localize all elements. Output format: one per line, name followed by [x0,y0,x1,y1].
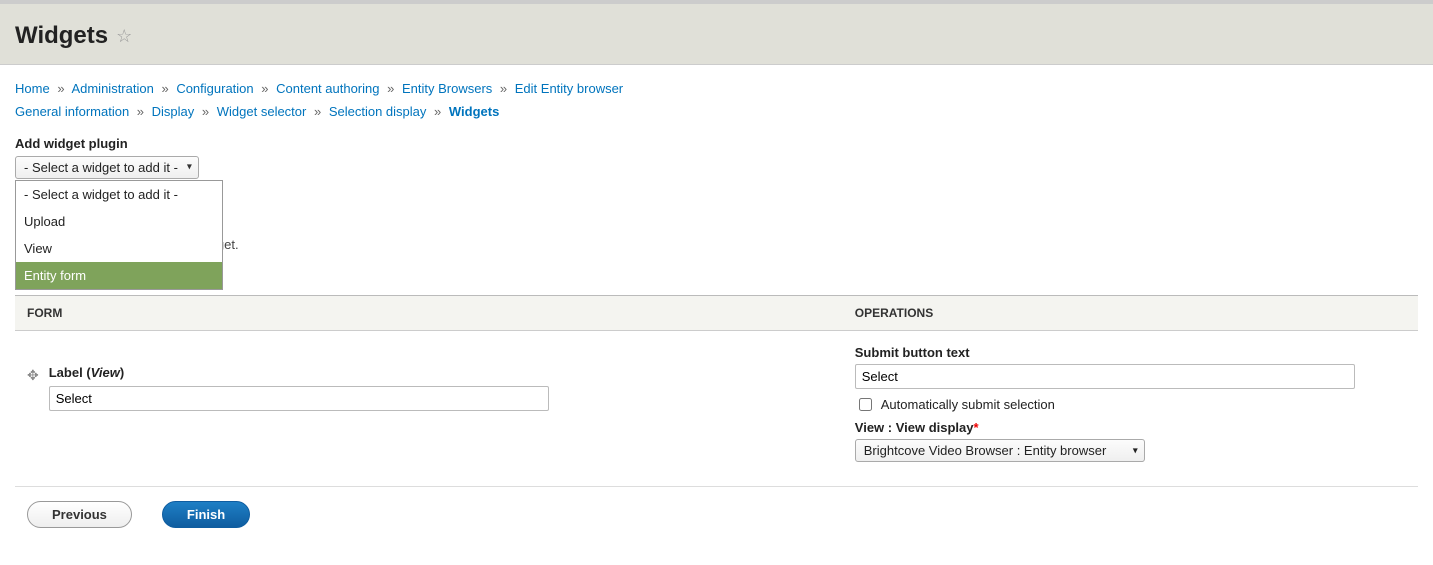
view-display-label-text: View : View display [855,420,974,435]
crumb-widgets-current: Widgets [449,104,499,119]
crumb-sep: » [261,81,268,96]
option-view[interactable]: View [16,235,222,262]
desc-line-3: ntity form widget. [15,256,1418,277]
crumb-sep: » [161,81,168,96]
header-region: Widgets ☆ [0,4,1433,65]
chevron-down-icon: ▾ [187,162,192,173]
crumb-widget-selector[interactable]: Widget selector [217,104,307,119]
desc-line-1: field browser's widget. [15,213,1418,234]
col-form: FORM [15,296,843,330]
auto-submit-label: Automatically submit selection [881,397,1055,412]
plugin-descriptions: field browser's widget. vide entity list… [15,213,1418,277]
crumb-display[interactable]: Display [152,104,195,119]
previous-button[interactable]: Previous [27,501,132,528]
action-buttons: Previous Finish [15,487,1418,542]
add-widget-plugin-selected: - Select a widget to add it - [24,160,178,175]
auto-submit-checkbox[interactable] [859,398,872,411]
add-widget-plugin-label: Add widget plugin [15,136,1418,151]
crumb-sep: » [137,104,144,119]
crumb-admin[interactable]: Administration [71,81,153,96]
crumb-sep: » [500,81,507,96]
option-upload[interactable]: Upload [16,208,222,235]
chevron-down-icon: ▾ [1133,445,1138,456]
breadcrumb-row-1: Home » Administration » Configuration » … [15,77,1418,100]
operations-cell: Submit button text Automatically submit … [843,345,1418,468]
finish-button[interactable]: Finish [162,501,250,528]
option-entity-form[interactable]: Entity form [16,262,222,289]
crumb-sep: » [387,81,394,96]
page-title: Widgets [15,22,108,50]
view-display-select[interactable]: Brightcove Video Browser : Entity browse… [855,439,1145,462]
crumb-sep: » [202,104,209,119]
crumb-home[interactable]: Home [15,81,50,96]
crumb-content-authoring[interactable]: Content authoring [276,81,379,96]
crumb-edit-entity-browser[interactable]: Edit Entity browser [515,81,623,96]
label-paren-value: View [91,365,120,380]
view-display-label: View : View display* [855,420,1406,435]
add-widget-plugin-area: Add widget plugin - Select a widget to a… [15,136,1418,277]
label-paren-close: ) [120,365,124,380]
crumb-config[interactable]: Configuration [176,81,253,96]
option-placeholder[interactable]: - Select a widget to add it - [16,181,222,208]
table-header: FORM OPERATIONS [15,296,1418,331]
view-display-selected: Brightcove Video Browser : Entity browse… [864,443,1107,458]
crumb-sep: » [57,81,64,96]
add-widget-plugin-select[interactable]: - Select a widget to add it - ▾ [15,156,199,179]
crumb-general-info[interactable]: General information [15,104,129,119]
submit-text-input[interactable] [855,364,1355,389]
required-mark: * [974,420,979,435]
breadcrumb: Home » Administration » Configuration » … [15,65,1418,128]
crumb-selection-display[interactable]: Selection display [329,104,427,119]
star-icon[interactable]: ☆ [116,27,132,45]
form-cell: ✥ Label (View) [15,345,843,468]
col-operations: OPERATIONS [843,296,1418,330]
desc-line-2: vide entity listing in a browser's widge… [15,235,1418,256]
drag-handle-icon[interactable]: ✥ [27,367,39,384]
label-caption-row: Label (View) [49,365,549,380]
crumb-sep: » [314,104,321,119]
crumb-entity-browsers[interactable]: Entity Browsers [402,81,492,96]
label-input[interactable] [49,386,549,411]
table-row: ✥ Label (View) Submit button text [15,331,1418,487]
widget-table: FORM OPERATIONS ✥ Label (View) [15,295,1418,542]
submit-text-label: Submit button text [855,345,1406,360]
crumb-sep: » [434,104,441,119]
label-caption: Label [49,365,83,380]
breadcrumb-row-2: General information » Display » Widget s… [15,100,1418,123]
add-widget-plugin-dropdown[interactable]: - Select a widget to add it - Upload Vie… [15,180,223,290]
